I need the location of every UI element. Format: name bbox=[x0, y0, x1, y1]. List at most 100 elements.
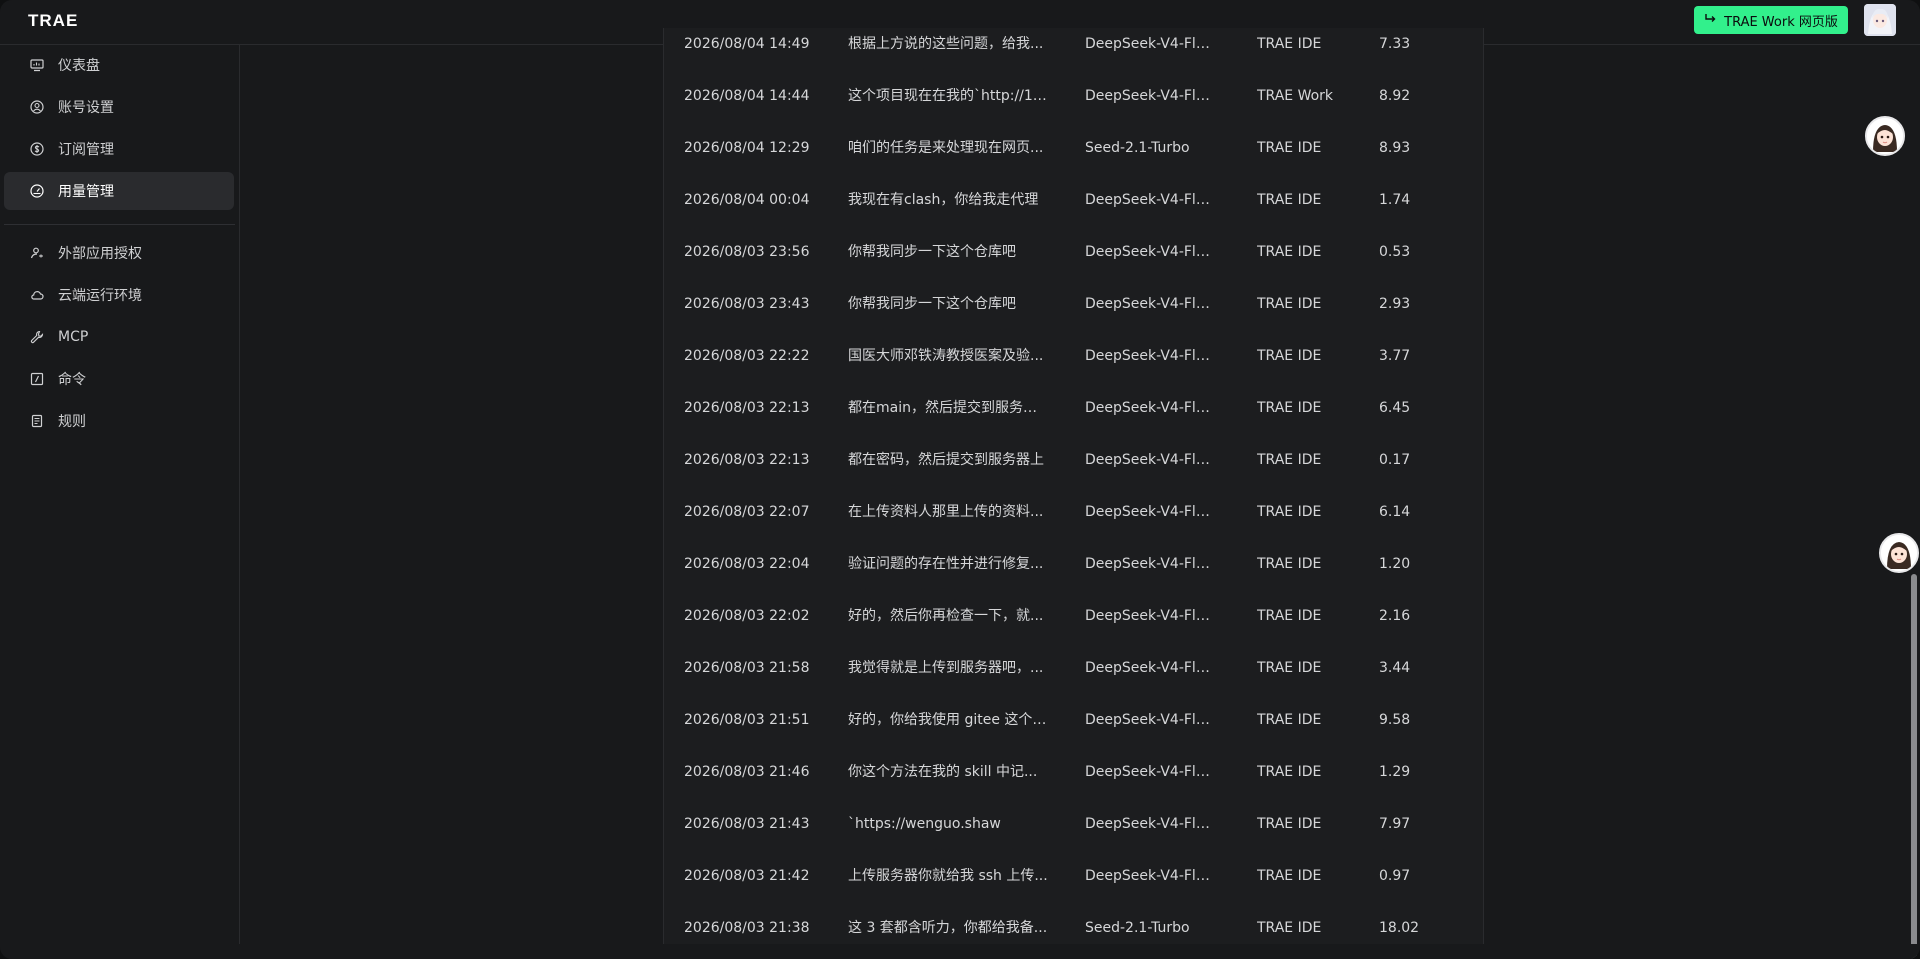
row-prompt: 咱们的任务是来处理现在网页... bbox=[848, 140, 1044, 156]
scrollbar-thumb[interactable] bbox=[1911, 574, 1917, 959]
row-prompt: 你帮我同步一下这个仓库吧 bbox=[848, 296, 1016, 312]
assistant-avatar[interactable] bbox=[1865, 116, 1905, 156]
row-prompt: 都在main，然后提交到服务器... bbox=[848, 400, 1048, 416]
row-model: DeepSeek-V4-Fla... bbox=[1085, 764, 1213, 780]
row-prompt: 上传服务器你就给我 ssh 上传... bbox=[848, 868, 1048, 884]
document-icon bbox=[30, 414, 44, 428]
sidebar-item-label: 订阅管理 bbox=[58, 142, 114, 158]
table-row[interactable]: 2026/08/03 23:56 你帮我同步一下这个仓库吧 DeepSeek-V4-… bbox=[664, 226, 1483, 279]
usage-table: 2026/08/04 14:49 根据上方说的这些问题，给我... DeepSeek… bbox=[663, 28, 1484, 944]
row-app: TRAE Work bbox=[1257, 88, 1334, 104]
redirect-arrow-icon bbox=[1704, 11, 1718, 29]
row-app: TRAE IDE bbox=[1257, 244, 1322, 260]
row-app: TRAE IDE bbox=[1257, 452, 1322, 468]
row-app: TRAE IDE bbox=[1257, 816, 1322, 832]
row-time: 2026/08/03 22:13 bbox=[684, 452, 810, 468]
table-row[interactable]: 2026/08/03 21:58 我觉得就是上传到服务器吧，... DeepSeek… bbox=[664, 642, 1483, 695]
row-prompt: 这 3 套都含听力，你都给我备... bbox=[848, 920, 1048, 936]
row-prompt: 都在密码，然后提交到服务器上 bbox=[848, 452, 1044, 468]
table-row[interactable]: 2026/08/03 22:13 都在main，然后提交到服务器... DeepSe… bbox=[664, 382, 1483, 435]
user-avatar[interactable] bbox=[1864, 4, 1896, 36]
trae-work-web-button[interactable]: TRAE Work 网页版 bbox=[1694, 6, 1848, 34]
table-row[interactable]: 2026/08/03 21:43 `https://wenguo.shaw Deep… bbox=[664, 798, 1483, 851]
row-prompt: 国医大师邓铁涛教授医案及验... bbox=[848, 348, 1044, 364]
sidebar-item-commands[interactable]: 命令 bbox=[4, 360, 234, 398]
row-app: TRAE IDE bbox=[1257, 192, 1322, 208]
row-prompt: 验证问题的存在性并进行修复... bbox=[848, 556, 1044, 572]
row-prompt: 我现在有clash，你给我走代理 bbox=[848, 192, 1039, 208]
sidebar-item-subscription[interactable]: 订阅管理 bbox=[4, 130, 234, 168]
page-scrollbar[interactable] bbox=[1909, 44, 1919, 959]
row-cost: 1.29 bbox=[1379, 764, 1411, 780]
row-model: DeepSeek-V4-Fla... bbox=[1085, 348, 1213, 364]
row-time: 2026/08/04 14:49 bbox=[684, 36, 810, 52]
table-row[interactable]: 2026/08/03 22:04 验证问题的存在性并进行修复... DeepSeek… bbox=[664, 538, 1483, 591]
table-row[interactable]: 2026/08/03 22:07 在上传资料人那里上传的资料... DeepSeek… bbox=[664, 486, 1483, 539]
row-cost: 1.74 bbox=[1379, 192, 1411, 208]
row-cost: 2.93 bbox=[1379, 296, 1411, 312]
table-row[interactable]: 2026/08/04 12:29 咱们的任务是来处理现在网页... Seed-2.1… bbox=[664, 122, 1483, 175]
row-app: TRAE IDE bbox=[1257, 712, 1322, 728]
row-time: 2026/08/03 23:56 bbox=[684, 244, 810, 260]
user-key-icon bbox=[30, 246, 44, 260]
cloud-icon bbox=[30, 288, 44, 302]
row-app: TRAE IDE bbox=[1257, 400, 1322, 416]
sidebar-divider bbox=[4, 224, 235, 225]
table-row[interactable]: 2026/08/03 22:22 国医大师邓铁涛教授医案及验... DeepSeek… bbox=[664, 330, 1483, 383]
trae-logo[interactable]: TRAE bbox=[28, 11, 78, 31]
row-model: DeepSeek-V4-Fla... bbox=[1085, 556, 1213, 572]
row-time: 2026/08/03 23:43 bbox=[684, 296, 810, 312]
sidebar-item-label: 云端运行环境 bbox=[58, 288, 142, 304]
table-row[interactable]: 2026/08/04 14:49 根据上方说的这些问题，给我... DeepSeek… bbox=[664, 28, 1483, 71]
slash-command-icon bbox=[30, 372, 44, 386]
table-row[interactable]: 2026/08/03 22:02 好的，然后你再检查一下，就... DeepSeek… bbox=[664, 590, 1483, 643]
row-time: 2026/08/04 14:44 bbox=[684, 88, 810, 104]
row-model: DeepSeek-V4-Fla... bbox=[1085, 816, 1213, 832]
row-time: 2026/08/03 21:46 bbox=[684, 764, 810, 780]
row-app: TRAE IDE bbox=[1257, 296, 1322, 312]
sidebar-item-mcp[interactable]: MCP bbox=[4, 318, 234, 356]
row-app: TRAE IDE bbox=[1257, 556, 1322, 572]
table-row[interactable]: 2026/08/04 14:44 这个项目现在在我的`http://101 Deep… bbox=[664, 70, 1483, 123]
row-app: TRAE IDE bbox=[1257, 868, 1322, 884]
row-cost: 0.17 bbox=[1379, 452, 1411, 468]
table-row[interactable]: 2026/08/03 21:42 上传服务器你就给我 ssh 上传... DeepS… bbox=[664, 850, 1483, 903]
table-row[interactable]: 2026/08/04 00:04 我现在有clash，你给我走代理 DeepSeek… bbox=[664, 174, 1483, 227]
row-cost: 8.92 bbox=[1379, 88, 1411, 104]
sidebar-item-cloud-env[interactable]: 云端运行环境 bbox=[4, 276, 234, 314]
table-row[interactable]: 2026/08/03 21:38 这 3 套都含听力，你都给我备... Seed-2… bbox=[664, 902, 1483, 944]
dollar-circle-icon bbox=[30, 142, 44, 156]
row-time: 2026/08/03 22:04 bbox=[684, 556, 810, 572]
row-app: TRAE IDE bbox=[1257, 660, 1322, 676]
row-time: 2026/08/03 22:13 bbox=[684, 400, 810, 416]
row-model: DeepSeek-V4-Fla... bbox=[1085, 296, 1213, 312]
sidebar-item-external-apps[interactable]: 外部应用授权 bbox=[4, 234, 234, 272]
row-model: DeepSeek-V4-Fla... bbox=[1085, 712, 1213, 728]
row-cost: 18.02 bbox=[1379, 920, 1420, 936]
row-app: TRAE IDE bbox=[1257, 348, 1322, 364]
sidebar-item-account-settings[interactable]: 账号设置 bbox=[4, 88, 234, 126]
row-prompt: 你帮我同步一下这个仓库吧 bbox=[848, 244, 1016, 260]
row-model: DeepSeek-V4-Fla... bbox=[1085, 452, 1213, 468]
sidebar-item-usage[interactable]: 用量管理 bbox=[4, 172, 234, 210]
sidebar-item-dashboard[interactable]: 仪表盘 bbox=[4, 46, 234, 84]
sidebar-item-label: 规则 bbox=[58, 414, 86, 430]
row-time: 2026/08/03 21:42 bbox=[684, 868, 810, 884]
row-app: TRAE IDE bbox=[1257, 140, 1322, 156]
sidebar-item-rules[interactable]: 规则 bbox=[4, 402, 234, 440]
sidebar-item-label: MCP bbox=[58, 329, 89, 345]
row-model: DeepSeek-V4-Fla... bbox=[1085, 504, 1213, 520]
window-bottom-edge bbox=[0, 944, 1920, 959]
table-row[interactable]: 2026/08/03 21:51 好的，你给我使用 gitee 这个 ... Dee… bbox=[664, 694, 1483, 747]
sidebar-item-label: 命令 bbox=[58, 372, 86, 388]
row-prompt: 你这个方法在我的 skill 中记... bbox=[848, 764, 1038, 780]
row-app: TRAE IDE bbox=[1257, 920, 1322, 936]
table-row[interactable]: 2026/08/03 22:13 都在密码，然后提交到服务器上 DeepSeek-V… bbox=[664, 434, 1483, 487]
row-model: DeepSeek-V4-Fla... bbox=[1085, 88, 1213, 104]
row-app: TRAE IDE bbox=[1257, 504, 1322, 520]
row-cost: 6.14 bbox=[1379, 504, 1411, 520]
user-circle-icon bbox=[30, 100, 44, 114]
table-row[interactable]: 2026/08/03 23:43 你帮我同步一下这个仓库吧 DeepSeek-V4-… bbox=[664, 278, 1483, 331]
table-row[interactable]: 2026/08/03 21:46 你这个方法在我的 skill 中记... Deep… bbox=[664, 746, 1483, 799]
sidebar-item-label: 用量管理 bbox=[58, 184, 114, 200]
